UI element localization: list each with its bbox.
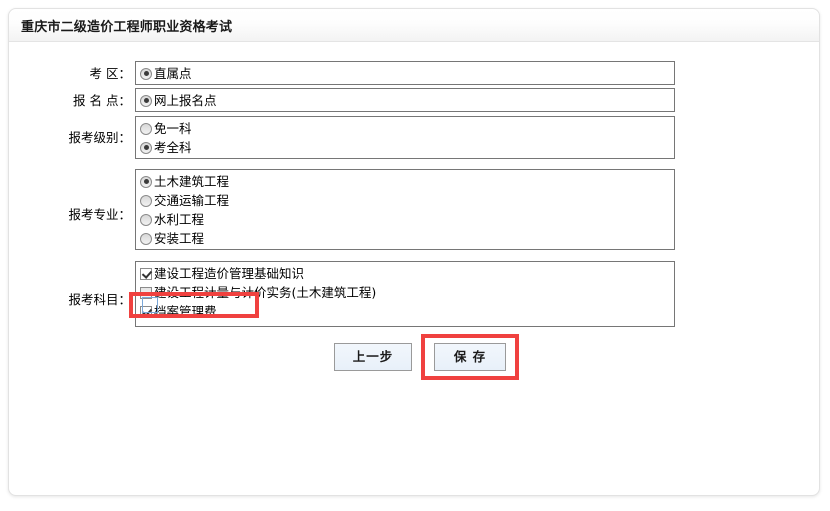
radio-label: 考全科 xyxy=(154,140,192,155)
radio-icon[interactable] xyxy=(140,232,152,245)
checkbox-option[interactable]: 建设工程计量与计价实务(土木建筑工程) xyxy=(140,283,670,302)
label-exam-major: 报考专业： xyxy=(68,207,131,222)
checkbox-option[interactable]: 建设工程造价管理基础知识 xyxy=(140,264,670,283)
radio-label: 交通运输工程 xyxy=(154,193,230,208)
radio-label: 安装工程 xyxy=(154,231,205,246)
registration-form: 考 区： 直属点 报 名 点： 网上报名点 报考级别： 免一科 考全科 报考专业… xyxy=(9,41,819,495)
radio-option[interactable]: 直属点 xyxy=(140,64,670,83)
radio-option[interactable]: 安装工程 xyxy=(140,229,670,248)
checkbox-label: 档案管理费 xyxy=(154,304,217,319)
save-button[interactable]: 保 存 xyxy=(434,343,506,371)
radio-icon[interactable] xyxy=(140,175,152,188)
radio-label: 免一科 xyxy=(154,121,192,136)
label-registration-point: 报 名 点： xyxy=(73,93,131,108)
label-exam-level: 报考级别： xyxy=(68,130,131,145)
radio-icon[interactable] xyxy=(140,94,152,107)
radio-label: 网上报名点 xyxy=(154,93,217,108)
checkbox-icon[interactable] xyxy=(140,305,152,318)
radio-option[interactable]: 交通运输工程 xyxy=(140,191,670,210)
radio-icon[interactable] xyxy=(140,194,152,207)
panel-header: 重庆市二级造价工程师职业资格考试 xyxy=(9,9,819,42)
label-exam-subjects: 报考科目： xyxy=(68,292,131,307)
field-exam-subjects: 建设工程造价管理基础知识 建设工程计量与计价实务(土木建筑工程) 档案管理费 xyxy=(135,261,675,327)
field-exam-area: 直属点 xyxy=(135,61,675,85)
prev-step-button[interactable]: 上一步 xyxy=(334,343,412,371)
radio-icon[interactable] xyxy=(140,67,152,80)
checkbox-label: 建设工程计量与计价实务(土木建筑工程) xyxy=(154,285,377,300)
checkbox-option[interactable]: 档案管理费 xyxy=(140,302,670,321)
radio-icon[interactable] xyxy=(140,213,152,226)
field-exam-level: 免一科 考全科 xyxy=(135,116,675,159)
checkbox-icon[interactable] xyxy=(140,267,152,280)
radio-option[interactable]: 水利工程 xyxy=(140,210,670,229)
radio-label: 直属点 xyxy=(154,66,192,81)
exam-registration-panel: 重庆市二级造价工程师职业资格考试 考 区： 直属点 报 名 点： 网上报名点 报… xyxy=(8,8,820,496)
radio-icon[interactable] xyxy=(140,122,152,135)
radio-icon[interactable] xyxy=(140,141,152,154)
label-exam-area: 考 区： xyxy=(89,66,131,81)
radio-option[interactable]: 免一科 xyxy=(140,119,670,138)
radio-option[interactable]: 网上报名点 xyxy=(140,91,670,110)
page-title: 重庆市二级造价工程师职业资格考试 xyxy=(21,20,233,35)
radio-option[interactable]: 考全科 xyxy=(140,138,670,157)
field-exam-major: 土木建筑工程 交通运输工程 水利工程 安装工程 xyxy=(135,169,675,250)
radio-option[interactable]: 土木建筑工程 xyxy=(140,172,670,191)
radio-label: 水利工程 xyxy=(154,212,205,227)
field-registration-point: 网上报名点 xyxy=(135,88,675,112)
radio-label: 土木建筑工程 xyxy=(154,174,230,189)
checkbox-label: 建设工程造价管理基础知识 xyxy=(154,266,305,281)
checkbox-icon[interactable] xyxy=(140,286,152,299)
